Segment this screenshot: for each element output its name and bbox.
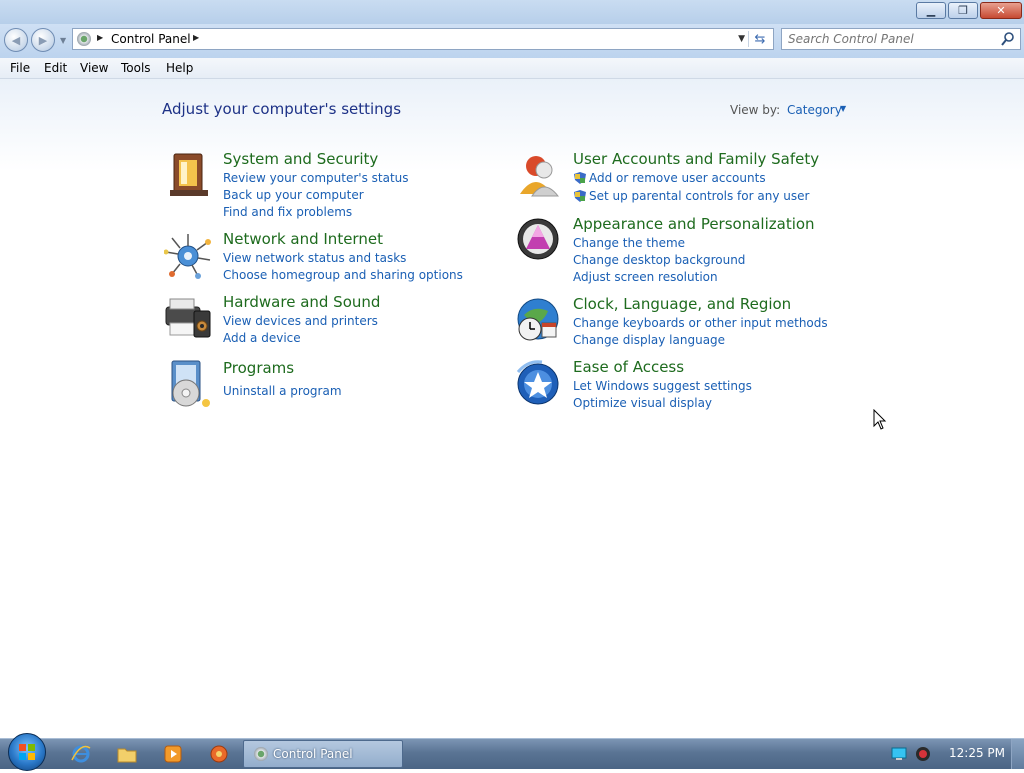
recent-pages-dropdown[interactable]: ▼ xyxy=(60,36,66,45)
link-change-theme[interactable]: Change the theme xyxy=(573,236,685,250)
windows-logo-icon xyxy=(19,744,35,760)
close-button[interactable]: ✕ xyxy=(980,2,1022,19)
category-title[interactable]: Programs xyxy=(223,359,294,377)
forward-arrow-icon: ▶ xyxy=(38,33,48,47)
system-security-icon[interactable] xyxy=(164,150,214,200)
category-hardware-sound: Hardware and Sound View devices and prin… xyxy=(164,293,494,345)
taskbar-task-label: Control Panel xyxy=(273,747,353,761)
category-title[interactable]: Hardware and Sound xyxy=(223,293,380,311)
refresh-icon: ⇆ xyxy=(754,31,766,47)
link-change-keyboards[interactable]: Change keyboards or other input methods xyxy=(573,316,828,330)
taskbar: Control Panel 12:25 PM xyxy=(0,733,1024,771)
category-title[interactable]: Clock, Language, and Region xyxy=(573,295,791,313)
address-divider xyxy=(748,31,749,47)
link-display-language[interactable]: Change display language xyxy=(573,333,725,347)
forward-button[interactable]: ▶ xyxy=(31,28,55,52)
uac-shield-icon xyxy=(574,190,586,202)
link-backup[interactable]: Back up your computer xyxy=(223,188,364,202)
hardware-sound-icon[interactable] xyxy=(164,293,214,343)
category-title[interactable]: User Accounts and Family Safety xyxy=(573,150,819,168)
search-box xyxy=(781,28,1021,50)
programs-icon[interactable] xyxy=(164,359,214,409)
category-appearance: Appearance and Personalization Change th… xyxy=(514,215,854,285)
view-by-chevron-icon[interactable]: ▼ xyxy=(840,104,846,113)
mouse-cursor-icon xyxy=(873,409,887,430)
link-network-status[interactable]: View network status and tasks xyxy=(223,251,406,265)
media-player-icon[interactable] xyxy=(162,744,184,764)
address-history-dropdown[interactable]: ▼ xyxy=(738,34,745,44)
user-accounts-icon[interactable] xyxy=(514,150,564,200)
ease-of-access-icon[interactable] xyxy=(514,358,564,408)
taskbar-control-panel[interactable]: Control Panel xyxy=(243,740,403,768)
volume-tray-icon[interactable] xyxy=(915,746,931,762)
link-screen-resolution[interactable]: Adjust screen resolution xyxy=(573,270,718,284)
link-review-status[interactable]: Review your computer's status xyxy=(223,171,409,185)
page-title: Adjust your computer's settings xyxy=(162,100,402,118)
explorer-folder-icon[interactable] xyxy=(116,744,138,764)
category-network-internet: Network and Internet View network status… xyxy=(164,230,494,282)
category-system-security: System and Security Review your computer… xyxy=(164,150,494,220)
link-homegroup-sharing[interactable]: Choose homegroup and sharing options xyxy=(223,268,463,282)
back-arrow-icon: ◀ xyxy=(11,33,21,47)
category-ease-of-access: Ease of Access Let Windows suggest setti… xyxy=(514,358,854,410)
category-title[interactable]: System and Security xyxy=(223,150,378,168)
category-title[interactable]: Ease of Access xyxy=(573,358,684,376)
back-button[interactable]: ◀ xyxy=(4,28,28,52)
control-panel-content: Adjust your computer's settings View by:… xyxy=(0,79,1024,738)
uac-shield-icon xyxy=(574,172,586,184)
menu-file[interactable]: File xyxy=(10,61,30,75)
link-desktop-background[interactable]: Change desktop background xyxy=(573,253,745,267)
category-programs: Programs Uninstall a program xyxy=(164,359,494,409)
internet-explorer-icon[interactable] xyxy=(70,744,92,764)
link-add-device[interactable]: Add a device xyxy=(223,331,301,345)
control-panel-icon xyxy=(254,747,268,761)
show-desktop-button[interactable] xyxy=(1011,739,1024,769)
window-titlebar: ▁ ❐ ✕ xyxy=(0,0,1024,24)
category-clock-region: Clock, Language, and Region Change keybo… xyxy=(514,295,854,347)
search-input[interactable] xyxy=(788,31,994,47)
system-clock[interactable]: 12:25 PM xyxy=(949,746,1005,760)
restore-icon: ❐ xyxy=(958,4,968,17)
close-icon: ✕ xyxy=(996,4,1006,17)
refresh-button[interactable]: ⇆ xyxy=(751,30,769,48)
menu-edit[interactable]: Edit xyxy=(44,61,67,75)
link-devices-printers[interactable]: View devices and printers xyxy=(223,314,378,328)
link-uninstall-program[interactable]: Uninstall a program xyxy=(223,384,342,398)
link-windows-suggest[interactable]: Let Windows suggest settings xyxy=(573,379,752,393)
browser-icon[interactable] xyxy=(208,744,230,764)
menu-bar: File Edit View Tools Help xyxy=(0,58,1024,79)
menu-view[interactable]: View xyxy=(80,61,108,75)
category-title[interactable]: Network and Internet xyxy=(223,230,383,248)
caption-buttons: ▁ ❐ ✕ xyxy=(916,2,1022,20)
clock-region-icon[interactable] xyxy=(514,295,564,345)
control-panel-icon xyxy=(77,32,91,46)
network-internet-icon[interactable] xyxy=(164,230,214,280)
breadcrumb-chevron-icon[interactable]: ▶ xyxy=(193,33,199,42)
category-title[interactable]: Appearance and Personalization xyxy=(573,215,815,233)
link-add-remove-accounts[interactable]: Add or remove user accounts xyxy=(589,171,766,185)
category-user-accounts: User Accounts and Family Safety Add or r… xyxy=(514,150,854,203)
view-by-label: View by: xyxy=(730,103,781,117)
breadcrumb-control-panel[interactable]: Control Panel xyxy=(111,32,191,46)
search-icon[interactable] xyxy=(1000,31,1016,47)
navigation-bar: ◀ ▶ ▼ ▶ Control Panel ▶ ▼ ⇆ xyxy=(0,24,1024,58)
appearance-icon[interactable] xyxy=(514,215,564,265)
link-parental-controls[interactable]: Set up parental controls for any user xyxy=(589,189,809,203)
restore-button[interactable]: ❐ xyxy=(948,2,978,19)
menu-help[interactable]: Help xyxy=(166,61,193,75)
menu-tools[interactable]: Tools xyxy=(121,61,151,75)
link-optimize-display[interactable]: Optimize visual display xyxy=(573,396,712,410)
network-tray-icon[interactable] xyxy=(891,747,907,761)
minimize-icon: ▁ xyxy=(926,4,936,17)
address-bar[interactable]: ▶ Control Panel ▶ ▼ ⇆ xyxy=(72,28,774,50)
link-fix-problems[interactable]: Find and fix problems xyxy=(223,205,352,219)
minimize-button[interactable]: ▁ xyxy=(916,2,946,19)
view-by-dropdown[interactable]: Category xyxy=(787,103,842,117)
start-button[interactable] xyxy=(8,733,46,771)
breadcrumb-root-arrow[interactable]: ▶ xyxy=(97,33,103,42)
